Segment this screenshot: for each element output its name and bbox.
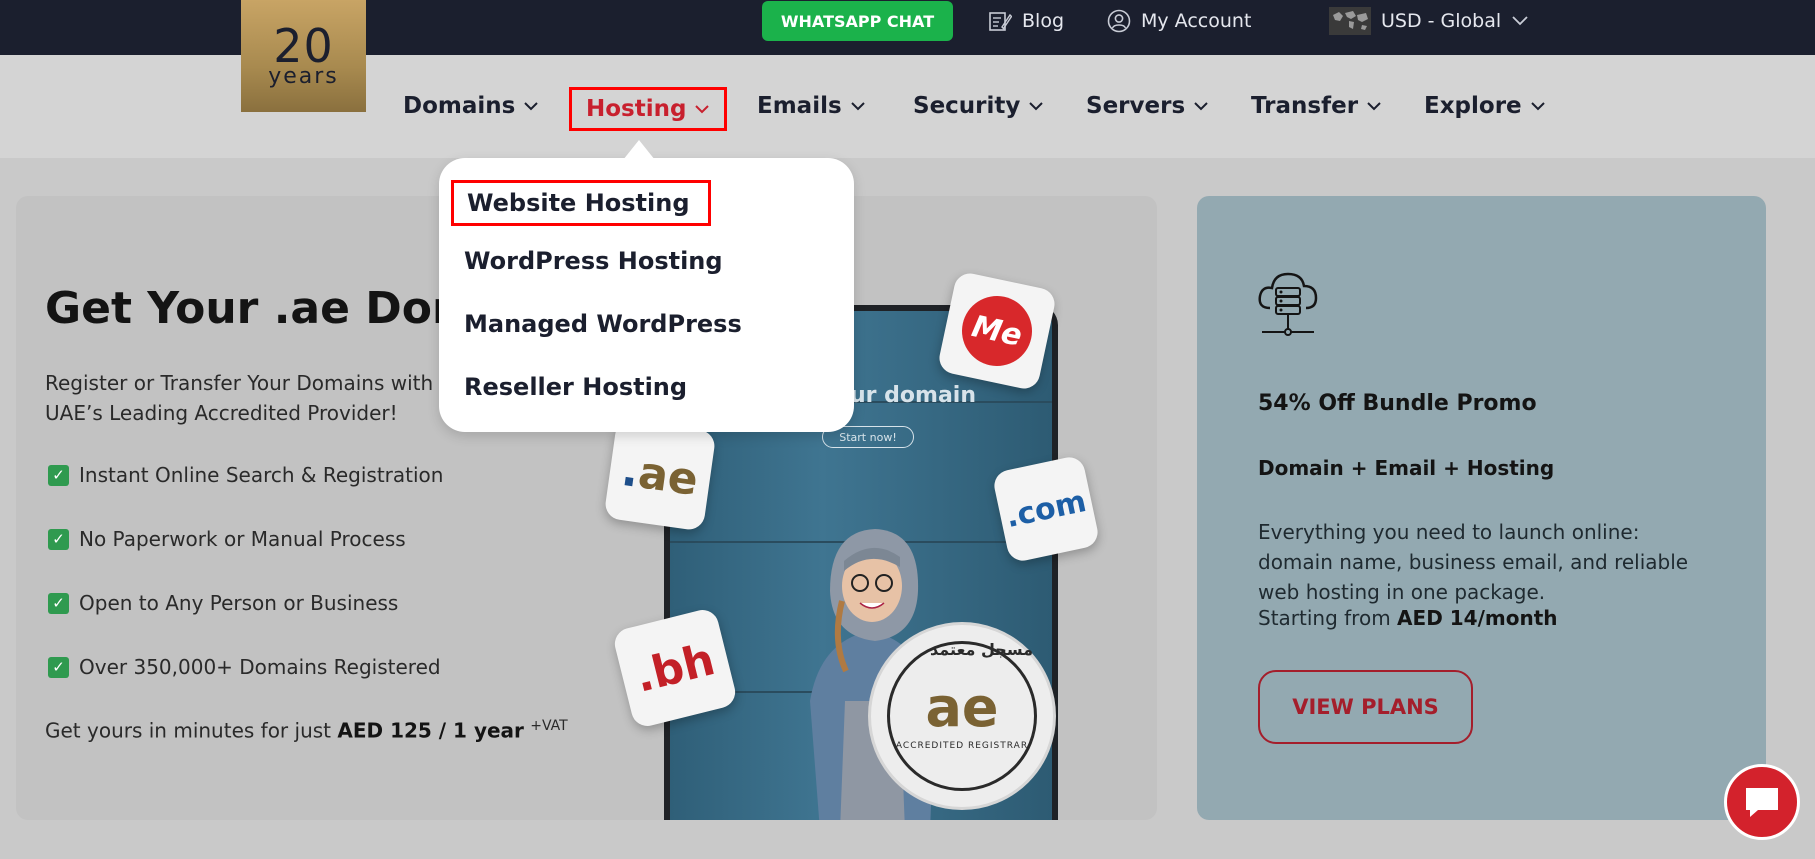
menu-item-wordpress-hosting[interactable]: WordPress Hosting <box>464 247 723 275</box>
hero-subtitle: Register or Transfer Your Domains with U… <box>45 371 434 425</box>
check-icon: ✓ <box>48 592 69 614</box>
price-suffix: +VAT <box>530 718 568 734</box>
promo-starting-price: Starting from AED 14/month <box>1258 606 1558 630</box>
me-tile-text: Me <box>955 289 1039 373</box>
feature-item: ✓ Open to Any Person or Business <box>48 590 398 616</box>
logo-text: years <box>268 64 339 89</box>
nav-label: Transfer <box>1251 93 1359 119</box>
promo-description: Everything you need to launch online: do… <box>1258 520 1689 604</box>
me-domain-tile: Me <box>936 270 1058 392</box>
my-account-label: My Account <box>1141 10 1252 32</box>
promo-title: 54% Off Bundle Promo <box>1258 391 1537 416</box>
chevron-down-icon <box>1194 102 1208 111</box>
world-map-icon <box>1329 7 1371 35</box>
currency-selector[interactable]: USD - Global <box>1329 7 1529 35</box>
currency-label: USD - Global <box>1381 10 1502 32</box>
logo-20-years[interactable]: 20 years <box>241 0 366 112</box>
check-icon: ✓ <box>48 528 69 550</box>
feature-item: ✓ Instant Online Search & Registration <box>48 462 443 488</box>
nav-label: Emails <box>757 93 842 119</box>
price-line: Get yours in minutes for just AED 125 / … <box>45 718 568 743</box>
bh-tile-text: bh <box>646 633 720 699</box>
menu-item-reseller-hosting[interactable]: Reseller Hosting <box>464 373 687 401</box>
nav-label: Explore <box>1424 93 1522 119</box>
hosting-dropdown-menu: Website Hosting WordPress Hosting Manage… <box>439 140 854 432</box>
live-chat-button[interactable] <box>1724 764 1800 840</box>
chat-bubble-icon <box>1746 788 1778 817</box>
chevron-down-icon <box>1367 102 1381 111</box>
com-domain-tile: . com <box>991 454 1101 564</box>
chevron-down-icon <box>695 105 710 114</box>
whatsapp-chat-button[interactable]: WHATSAPP CHAT <box>762 1 953 41</box>
page-below-fold <box>0 835 1815 859</box>
chevron-down-icon <box>850 102 865 111</box>
check-icon: ✓ <box>48 656 69 678</box>
feature-label: Over 350,000+ Domains Registered <box>79 655 441 679</box>
feature-label: No Paperwork or Manual Process <box>79 527 406 551</box>
feature-item: ✓ No Paperwork or Manual Process <box>48 526 406 552</box>
chevron-down-icon <box>524 102 539 111</box>
ae-tile-text: ae <box>635 446 702 506</box>
nav-emails[interactable]: Emails <box>757 90 866 122</box>
hero-title: Get Your .ae Domain <box>45 283 465 334</box>
chevron-down-icon <box>1530 102 1545 111</box>
feature-label: Instant Online Search & Registration <box>79 463 444 487</box>
nav-transfer[interactable]: Transfer <box>1251 90 1382 122</box>
nav-label: Security <box>913 93 1021 119</box>
view-plans-button[interactable]: VIEW PLANS <box>1258 670 1473 744</box>
my-account-link[interactable]: My Account <box>1107 8 1251 34</box>
price-prefix: Get yours in minutes for just <box>45 718 332 743</box>
nav-label: Hosting <box>586 96 687 122</box>
promo-starting-prefix: Starting from <box>1258 606 1391 630</box>
seal-caption: ACCREDITED REGISTRAR <box>895 741 1029 751</box>
seal-arabic-text: مسجل معتمد <box>930 640 1034 659</box>
menu-item-website-hosting[interactable]: Website Hosting <box>451 180 711 226</box>
chevron-down-icon <box>1512 16 1528 26</box>
blog-icon <box>989 12 1012 31</box>
menu-item-managed-wordpress[interactable]: Managed WordPress <box>464 310 742 338</box>
nav-explore[interactable]: Explore <box>1424 90 1546 122</box>
chevron-down-icon <box>1029 102 1044 111</box>
nav-label: Domains <box>403 93 516 119</box>
cloud-server-icon <box>1258 272 1318 336</box>
com-tile-text: com <box>1013 483 1090 533</box>
nav-label: Servers <box>1086 93 1186 119</box>
check-icon: ✓ <box>48 464 69 486</box>
nav-domains[interactable]: Domains <box>403 90 539 122</box>
price-value: AED 125 / 1 year <box>337 718 524 743</box>
logo-number: 20 <box>273 19 334 73</box>
phone-domain-text: ur domain <box>850 383 977 408</box>
promo-starting-value: AED 14/month <box>1397 606 1558 630</box>
ae-domain-tile: . ae <box>603 418 717 532</box>
user-icon <box>1107 9 1131 33</box>
blog-label: Blog <box>1022 10 1064 32</box>
seal-inner: ae ACCREDITED REGISTRAR <box>887 641 1037 791</box>
feature-label: Open to Any Person or Business <box>79 591 399 615</box>
blog-link[interactable]: Blog <box>988 8 1064 34</box>
nav-hosting[interactable]: Hosting <box>569 87 728 131</box>
seal-ae-text: ae <box>925 676 999 739</box>
promo-subtitle: Domain + Email + Hosting <box>1258 456 1555 480</box>
nav-security[interactable]: Security <box>913 90 1044 122</box>
nav-servers[interactable]: Servers <box>1086 90 1209 122</box>
feature-item: ✓ Over 350,000+ Domains Registered <box>48 654 441 680</box>
